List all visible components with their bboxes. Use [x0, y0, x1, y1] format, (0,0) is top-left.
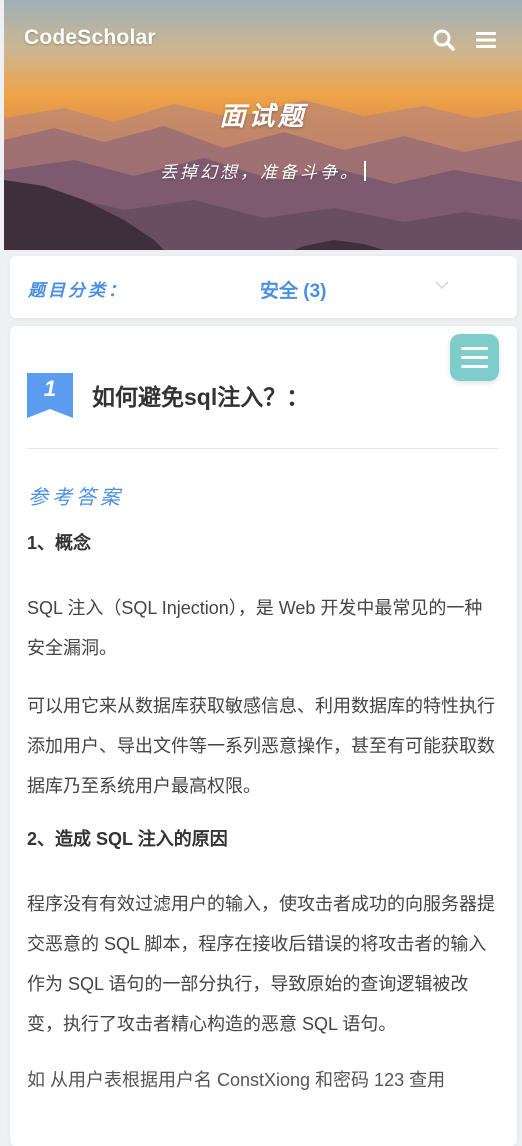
- menu-bar: [461, 365, 488, 368]
- answer-body: 1、概念 SQL 注入（SQL Injection），是 Web 开发中最常见的…: [27, 528, 499, 1118]
- question-title[interactable]: 如何避免sql注入？：: [92, 378, 309, 412]
- hero-banner: CodeScholar 面试题 丢掉幻想，准备斗争。: [4, 0, 522, 250]
- chevron-down-icon[interactable]: [434, 278, 450, 296]
- menu-bar: [461, 356, 488, 359]
- question-number: 1: [43, 376, 57, 401]
- answer-paragraph: 程序没有有效过滤用户的输入，使攻击者成功的向服务器提交恶意的 SQL 脚本，程序…: [27, 894, 495, 1034]
- divider: [27, 448, 498, 449]
- menu-bar: [461, 347, 488, 350]
- typing-cursor: [364, 161, 366, 181]
- hero-subtitle: 丢掉幻想，准备斗争。: [4, 158, 522, 183]
- category-select[interactable]: 安全 (3): [260, 276, 327, 303]
- hero-subtitle-text: 丢掉幻想，准备斗争。: [160, 163, 360, 183]
- hamburger-menu-icon[interactable]: [474, 28, 498, 52]
- brand-logo[interactable]: CodeScholar: [24, 26, 156, 50]
- category-label: 题目分类：: [28, 281, 128, 301]
- answer-section-title: 参考答案: [28, 485, 124, 509]
- hero-title: 面试题: [219, 102, 307, 132]
- search-icon[interactable]: [432, 28, 456, 52]
- answer-heading: 2、造成 SQL 注入的原因: [27, 829, 228, 849]
- answer-paragraph: 如 从用户表根据用户名 ConstXiong 和密码 123 查用: [27, 1070, 446, 1090]
- answer-paragraph: 可以用它来从数据库获取敏感信息、利用数据库的特性执行添加用户、导出文件等一系列恶…: [27, 696, 495, 796]
- answer-heading: 1、概念: [27, 533, 92, 553]
- category-selector-card: 题目分类： 安全 (3): [10, 256, 517, 318]
- toc-menu-button[interactable]: [450, 334, 499, 381]
- answer-paragraph: SQL 注入（SQL Injection），是 Web 开发中最常见的一种安全漏…: [27, 598, 483, 658]
